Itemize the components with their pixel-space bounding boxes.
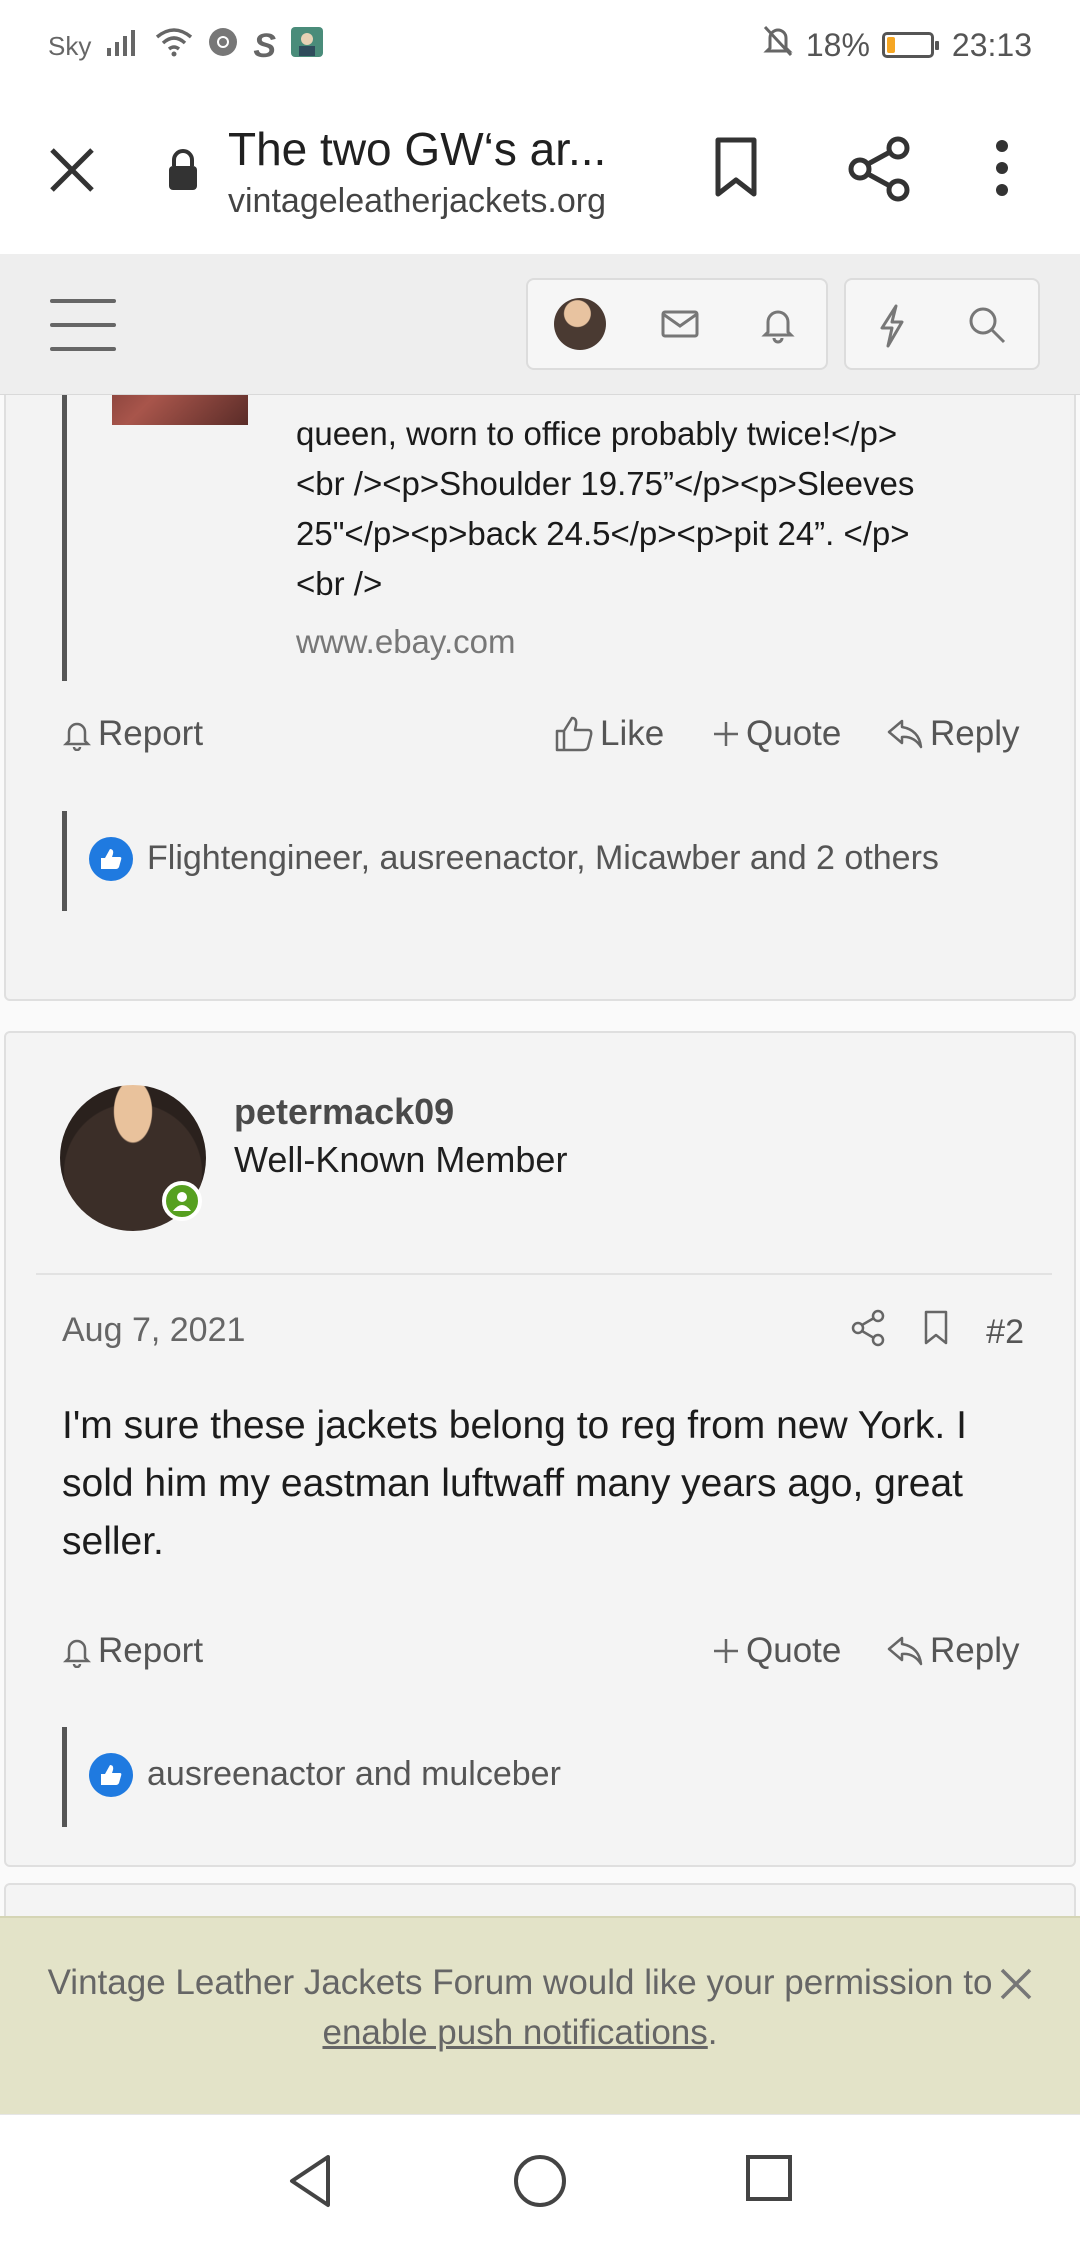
reply-label: Reply	[930, 1631, 1020, 1670]
browser-toolbar: The two GW‘s ar... vintageleatherjackets…	[0, 86, 1080, 255]
plus-icon	[714, 722, 738, 746]
share-icon[interactable]	[848, 136, 912, 207]
like-reaction-icon	[89, 837, 133, 881]
report-label: Report	[98, 714, 204, 753]
notice-message: Vintage Leather Jackets Forum would like…	[40, 1958, 1000, 2058]
lock-icon[interactable]	[166, 148, 200, 197]
tools-nav-group	[844, 278, 1040, 370]
status-bar: Sky S 18% 23:13	[0, 0, 1080, 86]
quote-label: Quote	[746, 714, 842, 753]
hamburger-menu-icon[interactable]	[50, 299, 116, 371]
mail-icon[interactable]	[660, 304, 700, 349]
system-nav-bar	[0, 2114, 1080, 2245]
recents-icon[interactable]	[744, 2153, 794, 2203]
post-2: petermack09 Well-Known Member Aug 7, 202…	[4, 1031, 1076, 1867]
notice-text-end: .	[707, 2013, 718, 2052]
like-button[interactable]: Like	[554, 714, 664, 754]
site-nav	[0, 254, 1080, 395]
like-reaction-icon	[89, 1753, 133, 1797]
app-icon	[290, 26, 324, 66]
plus-icon	[714, 1639, 738, 1663]
battery-percent: 18%	[805, 26, 870, 63]
quote-thumbnail[interactable]	[112, 395, 248, 425]
reactions-text[interactable]: ausreenactor and mulceber	[147, 1755, 561, 1794]
post-number[interactable]: #2	[986, 1313, 1024, 1352]
preview-line: 25"</p><p>back 24.5</p><p>pit 24”. </p>	[296, 515, 910, 552]
page-url[interactable]: vintageleatherjackets.org	[228, 182, 606, 221]
bell-icon[interactable]	[758, 304, 798, 349]
share-icon[interactable]	[850, 1309, 886, 1356]
thread-content: queen, worn to office probably twice!</p…	[0, 395, 1080, 2115]
preview-line: <br />	[296, 565, 383, 602]
carrier-label: Sky	[48, 30, 92, 61]
reply-button[interactable]: Reply	[886, 714, 1019, 754]
post-meta: #2	[850, 1309, 1024, 1356]
report-label: Report	[98, 1631, 204, 1670]
online-status-icon	[162, 1181, 202, 1221]
search-icon[interactable]	[966, 304, 1008, 351]
like-label: Like	[600, 714, 665, 753]
preview-line: queen, worn to office probably twice!</p…	[296, 415, 898, 452]
report-button[interactable]: Report	[62, 714, 203, 754]
close-icon[interactable]	[994, 1962, 1038, 2006]
link-preview-source[interactable]: www.ebay.com	[296, 623, 515, 661]
link-preview-text[interactable]: queen, worn to office probably twice!</p…	[296, 409, 1016, 609]
account-nav-group	[526, 278, 828, 370]
back-icon[interactable]	[284, 2153, 336, 2209]
page-title[interactable]: The two GW‘s ar...	[228, 122, 606, 176]
enable-push-link[interactable]: enable push notifications	[322, 2013, 707, 2052]
reply-label: Reply	[930, 714, 1020, 753]
preview-line: <br /><p>Shoulder 19.75”</p><p>Sleeves	[296, 465, 915, 502]
user-avatar[interactable]	[554, 298, 606, 350]
push-notification-notice: Vintage Leather Jackets Forum would like…	[0, 1916, 1080, 2114]
author-username[interactable]: petermack09	[234, 1091, 454, 1133]
quote-label: Quote	[746, 1631, 842, 1670]
report-button[interactable]: Report	[62, 1631, 203, 1671]
quote-button[interactable]: Quote	[712, 714, 841, 754]
clock: 23:13	[951, 26, 1032, 63]
post-1: queen, worn to office probably twice!</p…	[4, 395, 1076, 1001]
post-actions: Report Quote Reply	[6, 1631, 1078, 1691]
reactions-text[interactable]: Flightengineer, ausreenactor, Micawber a…	[147, 839, 939, 878]
divider	[36, 1273, 1052, 1275]
signal-icon	[105, 28, 141, 64]
mute-bell-icon	[762, 24, 794, 66]
lightning-icon[interactable]	[874, 304, 910, 353]
reply-button[interactable]: Reply	[886, 1631, 1019, 1671]
bookmark-icon[interactable]	[712, 136, 760, 205]
thumbs-up-icon	[555, 716, 593, 752]
close-icon[interactable]	[44, 142, 100, 198]
notice-text: Vintage Leather Jackets Forum would like…	[47, 1963, 993, 2002]
post-body: I'm sure these jackets belong to reg fro…	[62, 1404, 967, 1563]
bell-icon	[62, 722, 92, 751]
home-icon[interactable]	[512, 2153, 568, 2209]
quote-bar	[62, 395, 67, 681]
post-date[interactable]: Aug 7, 2021	[62, 1311, 245, 1350]
bell-icon	[62, 1639, 92, 1668]
s-app-icon: S	[253, 26, 277, 65]
reactions-bar[interactable]: Flightengineer, ausreenactor, Micawber a…	[62, 811, 1067, 911]
post-actions: Report Like Quote Reply	[6, 714, 1078, 774]
wifi-icon	[155, 27, 193, 65]
reactions-bar[interactable]: ausreenactor and mulceber	[62, 1727, 1067, 1827]
more-menu-icon[interactable]	[992, 138, 1012, 203]
quote-button[interactable]: Quote	[712, 1631, 841, 1671]
reply-icon	[887, 1636, 923, 1666]
reply-icon	[887, 719, 923, 749]
battery-icon	[881, 32, 939, 58]
bookmark-icon[interactable]	[922, 1309, 950, 1356]
chrome-icon	[207, 26, 239, 66]
author-role: Well-Known Member	[234, 1139, 568, 1180]
